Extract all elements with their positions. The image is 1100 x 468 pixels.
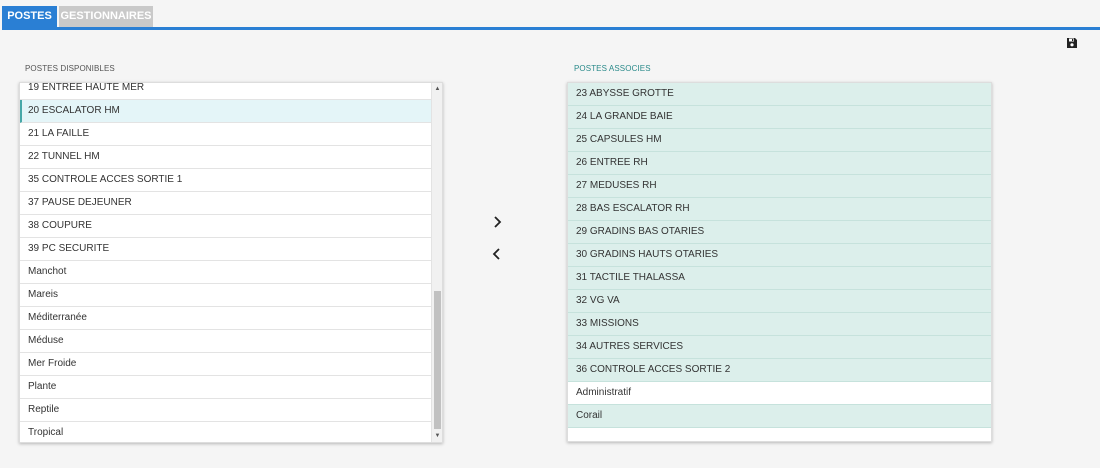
chevron-left-icon[interactable]: [489, 246, 505, 262]
available-list-label: POSTES DISPONIBLES: [25, 64, 115, 73]
available-list-item[interactable]: Mer Froide: [20, 353, 431, 376]
associated-list-item[interactable]: 28 BAS ESCALATOR RH: [568, 198, 991, 221]
associated-list-item[interactable]: 30 GRADINS HAUTS OTARIES: [568, 244, 991, 267]
associated-list-item[interactable]: 24 LA GRANDE BAIE: [568, 106, 991, 129]
available-list-item[interactable]: 22 TUNNEL HM: [20, 146, 431, 169]
associated-list-item[interactable]: 36 CONTROLE ACCES SORTIE 2: [568, 359, 991, 382]
tab-bar: POSTES GESTIONNAIRES: [0, 0, 1100, 32]
chevron-right-icon[interactable]: [489, 214, 505, 230]
scroll-up-icon[interactable]: ▲: [432, 84, 442, 94]
associated-list-item[interactable]: 26 ENTREE RH: [568, 152, 991, 175]
associated-list-item[interactable]: 31 TACTILE THALASSA: [568, 267, 991, 290]
available-list-item[interactable]: Méditerranée: [20, 307, 431, 330]
available-list-item[interactable]: Manchot: [20, 261, 431, 284]
associated-list-item[interactable]: Administratif: [568, 382, 991, 405]
scroll-thumb[interactable]: [434, 291, 441, 429]
associated-list-item[interactable]: 29 GRADINS BAS OTARIES: [568, 221, 991, 244]
available-list-item[interactable]: 37 PAUSE DEJEUNER: [20, 192, 431, 215]
available-list-item[interactable]: 39 PC SECURITE: [20, 238, 431, 261]
associated-list-item[interactable]: 27 MEDUSES RH: [568, 175, 991, 198]
available-list-item[interactable]: Mareis: [20, 284, 431, 307]
associated-list-item[interactable]: 23 ABYSSE GROTTE: [568, 83, 991, 106]
tab-underline: [2, 27, 1100, 30]
available-rows: 19 ENTREE HAUTE MER 20 ESCALATOR HM 21 LA …: [20, 83, 431, 442]
available-list-item[interactable]: 21 LA FAILLE: [20, 123, 431, 146]
associated-list-item[interactable]: 34 AUTRES SERVICES: [568, 336, 991, 359]
available-list[interactable]: 19 ENTREE HAUTE MER 20 ESCALATOR HM 21 LA …: [19, 82, 443, 443]
available-list-item[interactable]: Méduse: [20, 330, 431, 353]
associated-rows: 23 ABYSSE GROTTE 24 LA GRANDE BAIE 25 CAPS…: [568, 83, 991, 428]
floppy-disk-icon[interactable]: [1066, 36, 1078, 48]
scroll-down-icon[interactable]: ▼: [432, 431, 442, 441]
associated-list-item[interactable]: 25 CAPSULES HM: [568, 129, 991, 152]
available-list-item[interactable]: 35 CONTROLE ACCES SORTIE 1: [20, 169, 431, 192]
associated-list-label: POSTES ASSOCIES: [574, 64, 651, 73]
available-list-item[interactable]: Tropical: [20, 422, 431, 442]
associated-list-item[interactable]: 33 MISSIONS: [568, 313, 991, 336]
tab-gestionnaires[interactable]: GESTIONNAIRES: [59, 6, 153, 27]
associated-list-item[interactable]: 32 VG VA: [568, 290, 991, 313]
associated-list-item[interactable]: Corail: [568, 405, 991, 428]
available-scrollbar[interactable]: ▲ ▼: [431, 83, 442, 442]
associated-list[interactable]: 23 ABYSSE GROTTE 24 LA GRANDE BAIE 25 CAPS…: [567, 82, 992, 442]
available-list-item[interactable]: 38 COUPURE: [20, 215, 431, 238]
tab-postes[interactable]: POSTES: [2, 6, 57, 27]
available-list-item[interactable]: Plante: [20, 376, 431, 399]
available-list-item[interactable]: 19 ENTREE HAUTE MER: [20, 83, 431, 100]
available-list-item[interactable]: Reptile: [20, 399, 431, 422]
available-list-item[interactable]: 20 ESCALATOR HM: [20, 100, 431, 123]
